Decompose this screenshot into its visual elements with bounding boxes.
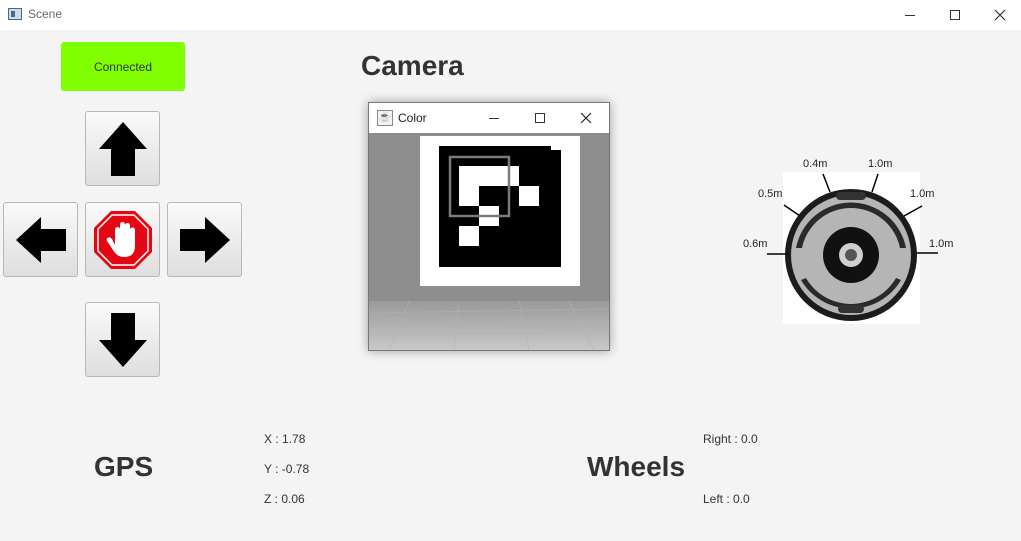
maximize-button[interactable] bbox=[932, 0, 978, 30]
move-forward-button[interactable] bbox=[85, 111, 160, 186]
stop-button[interactable] bbox=[85, 202, 160, 277]
turn-left-button[interactable] bbox=[3, 202, 78, 277]
sensor-label-front-center-right: 1.0m bbox=[868, 158, 892, 170]
camera-maximize-button[interactable] bbox=[517, 103, 563, 133]
minimize-icon bbox=[905, 14, 915, 16]
minimize-button[interactable] bbox=[887, 0, 933, 30]
scene-window: Scene Connected Camera ☕ Color 0.6m 0.5m… bbox=[0, 0, 1021, 541]
app-icon bbox=[8, 8, 22, 20]
title-bar: Scene bbox=[0, 0, 1021, 30]
move-backward-button[interactable] bbox=[85, 302, 160, 377]
maximize-icon bbox=[950, 10, 960, 20]
minimize-icon bbox=[489, 117, 499, 119]
sensor-label-front-left: 0.5m bbox=[758, 188, 782, 200]
left-wheel-value: Left : 0.0 bbox=[703, 492, 750, 506]
arrow-right-icon bbox=[179, 216, 230, 263]
sensor-label-right: 1.0m bbox=[929, 238, 953, 250]
close-button[interactable] bbox=[977, 0, 1021, 30]
arrow-up-icon bbox=[98, 121, 147, 176]
gps-z-value: Z : 0.06 bbox=[264, 492, 305, 506]
arrow-down-icon bbox=[98, 312, 147, 367]
camera-close-button[interactable] bbox=[563, 103, 609, 133]
maximize-icon bbox=[535, 113, 545, 123]
camera-window-title: Color bbox=[398, 111, 427, 125]
wheels-heading: Wheels bbox=[587, 451, 686, 482]
gps-x-value: X : 1.78 bbox=[264, 432, 306, 446]
stop-hand-icon bbox=[93, 210, 152, 269]
sensor-label-left: 0.6m bbox=[743, 238, 767, 250]
close-icon bbox=[994, 9, 1006, 21]
camera-minimize-button[interactable] bbox=[471, 103, 517, 133]
window-title: Scene bbox=[28, 7, 63, 21]
sensor-label-front-right: 1.0m bbox=[910, 188, 934, 200]
camera-title-bar[interactable]: ☕ Color bbox=[369, 103, 609, 133]
java-icon: ☕ bbox=[377, 110, 393, 126]
arrow-left-icon bbox=[15, 216, 66, 263]
gps-y-value: Y : -0.78 bbox=[264, 462, 310, 476]
aruco-marker bbox=[439, 146, 561, 267]
sensor-label-front-center-left: 0.4m bbox=[803, 158, 827, 170]
close-icon bbox=[580, 112, 592, 124]
camera-feed bbox=[369, 133, 609, 350]
camera-window[interactable]: ☕ Color bbox=[368, 102, 610, 351]
gps-heading: GPS bbox=[94, 451, 154, 482]
robot-sensor-diagram: 0.6m 0.5m 0.4m 1.0m 1.0m 1.0m bbox=[743, 158, 953, 324]
connection-status-button[interactable]: Connected bbox=[61, 42, 185, 91]
turn-right-button[interactable] bbox=[167, 202, 242, 277]
right-wheel-value: Right : 0.0 bbox=[703, 432, 758, 446]
camera-heading: Camera bbox=[361, 50, 464, 81]
